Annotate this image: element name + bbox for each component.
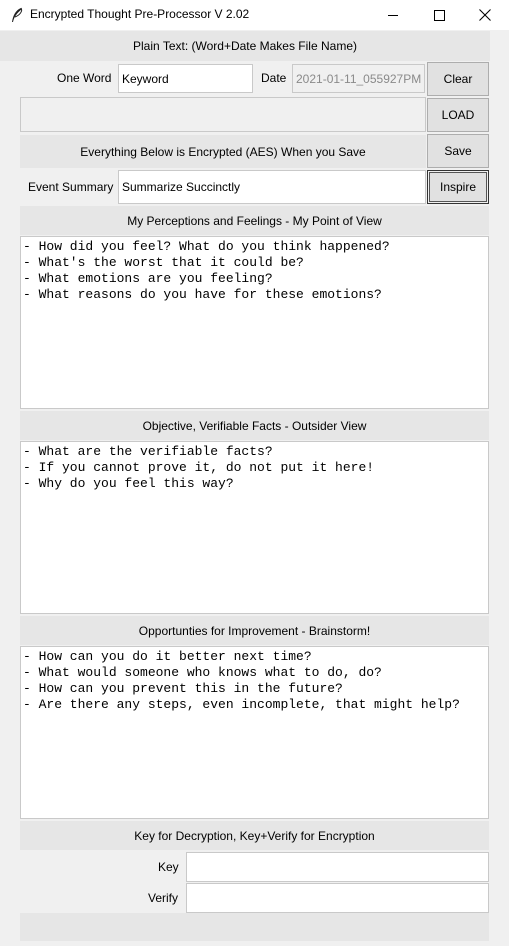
- close-button[interactable]: [462, 0, 508, 30]
- perceptions-textarea[interactable]: - How did you feel? What do you think ha…: [20, 236, 489, 409]
- verify-label: Verify: [148, 891, 179, 905]
- improvement-textarea[interactable]: - How can you do it better next time? - …: [20, 646, 489, 819]
- save-button[interactable]: Save: [427, 134, 489, 168]
- feather-icon: [10, 7, 24, 23]
- plain-text-heading: Plain Text: (Word+Date Makes File Name): [0, 31, 490, 61]
- status-bar: [20, 97, 426, 132]
- improvement-heading: Opportunties for Improvement - Brainstor…: [20, 616, 489, 645]
- verify-input[interactable]: [186, 883, 489, 913]
- inspire-button[interactable]: Inspire: [427, 170, 489, 204]
- perceptions-heading: My Perceptions and Feelings - My Point o…: [20, 206, 489, 235]
- one-word-label: One Word: [57, 71, 112, 85]
- facts-textarea[interactable]: - What are the verifiable facts? - If yo…: [20, 441, 489, 614]
- minimize-button[interactable]: [370, 0, 416, 30]
- one-word-input[interactable]: Keyword: [118, 64, 253, 93]
- keys-heading: Key for Decryption, Key+Verify for Encry…: [20, 821, 489, 850]
- load-button[interactable]: LOAD: [427, 98, 489, 132]
- window-title: Encrypted Thought Pre-Processor V 2.02: [30, 7, 250, 21]
- minimize-icon: [388, 15, 398, 16]
- date-label: Date: [261, 71, 287, 85]
- key-input[interactable]: [186, 852, 489, 882]
- maximize-icon: [433, 9, 445, 21]
- date-field: 2021-01-11_055927PM: [292, 64, 425, 93]
- key-label: Key: [158, 860, 179, 874]
- right-gutter: [490, 30, 509, 946]
- event-summary-label: Event Summary: [28, 179, 114, 194]
- clear-button[interactable]: Clear: [427, 62, 489, 96]
- facts-heading: Objective, Verifiable Facts - Outsider V…: [20, 411, 489, 440]
- encrypted-notice: Everything Below is Encrypted (AES) When…: [20, 135, 426, 168]
- maximize-button[interactable]: [416, 0, 462, 30]
- close-icon: [479, 9, 491, 21]
- event-summary-input[interactable]: Summarize Succinctly: [118, 170, 426, 204]
- footer-band: [20, 913, 489, 941]
